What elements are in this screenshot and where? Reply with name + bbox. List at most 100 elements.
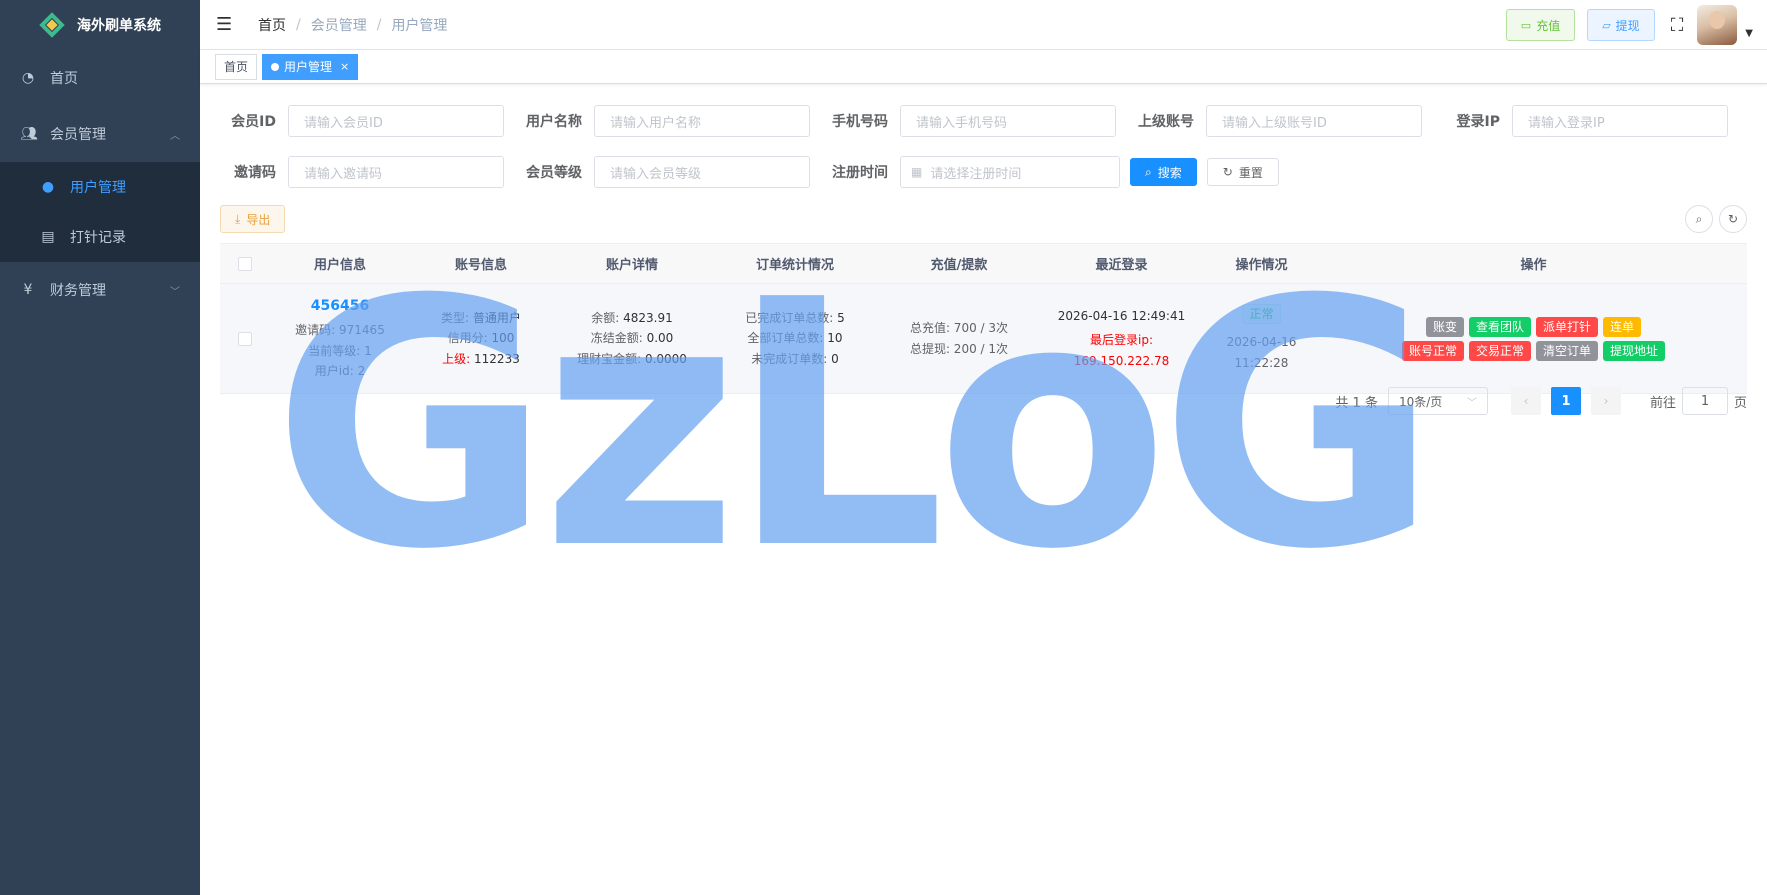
- reset-button-label: 重置: [1238, 165, 1263, 180]
- avatar[interactable]: [1697, 5, 1738, 45]
- search-button[interactable]: ⌕ 搜索: [1130, 158, 1197, 186]
- dashboard-icon: ◔: [21, 70, 35, 86]
- refresh-icon: ↻: [1222, 165, 1233, 179]
- column-header: 操作情况: [1235, 258, 1288, 273]
- undone-orders-value: 0: [831, 351, 839, 366]
- breadcrumb-member-management: 会员管理: [310, 17, 367, 34]
- download-icon: ⤓: [235, 211, 241, 226]
- type-value: 普通用户: [472, 310, 521, 325]
- yen-icon: ¥: [23, 282, 33, 298]
- column-header: 账户详情: [605, 258, 658, 273]
- phone-input[interactable]: 请输入手机号码: [900, 105, 1116, 137]
- view-team-button[interactable]: 查看团队: [1468, 316, 1531, 337]
- column-header: 订单统计情况: [755, 258, 834, 273]
- register-time-picker[interactable]: ▦ 请选择注册时间: [900, 156, 1120, 188]
- table-row: 456456 邀请码: 971465 当前等级: 1 用户id: 2 类型: 普…: [220, 284, 1747, 394]
- parent-account-input[interactable]: 请输入上级账号ID: [1206, 105, 1422, 137]
- withdraw-address-button[interactable]: 提现地址: [1603, 340, 1666, 361]
- folder-icon: ▱: [1602, 18, 1611, 32]
- hamburger-icon[interactable]: ☰: [216, 14, 236, 35]
- order-stats-cell: 已完成订单总数: 5 全部订单总数: 10 未完成订单数: 0: [712, 308, 878, 370]
- trade-status-button[interactable]: 交易正常: [1468, 340, 1531, 361]
- username-link[interactable]: 456456: [270, 296, 410, 317]
- login-ip-input[interactable]: 请输入登录IP: [1512, 105, 1728, 137]
- balance-change-button[interactable]: 账变: [1425, 316, 1464, 337]
- tag-label: 首页: [224, 59, 249, 74]
- all-orders-label: 全部订单总数:: [747, 331, 824, 346]
- filter-member-id: 会员ID 请输入会员ID: [220, 105, 504, 137]
- actions-cell: 账变 查看团队 派单打针 连单 账号正常 交易正常 清空订单 提现地址: [1320, 316, 1747, 361]
- sidebar-item-finance[interactable]: ¥ 财务管理 ﹀: [0, 262, 200, 318]
- close-icon[interactable]: ×: [340, 55, 349, 79]
- refresh-table-button[interactable]: ↻: [1719, 205, 1747, 233]
- user-group-icon: 👥︎: [20, 126, 38, 142]
- search-button-label: 搜索: [1157, 165, 1182, 180]
- register-time-placeholder: 请选择注册时间: [930, 166, 1022, 182]
- tag-home[interactable]: 首页: [215, 53, 258, 80]
- action-buttons: 账变 查看团队 派单打针 连单 账号正常 交易正常 清空订单 提现地址: [1320, 316, 1747, 361]
- document-icon: ▤: [41, 229, 55, 245]
- prev-page-button[interactable]: ‹: [1510, 387, 1541, 415]
- sidebar-item-inject-records[interactable]: ▤ 打针记录: [0, 212, 200, 262]
- dispatch-order-button[interactable]: 派单打针: [1536, 316, 1599, 337]
- goto-page-input[interactable]: 1: [1681, 387, 1728, 415]
- caret-down-icon[interactable]: ▼: [1745, 28, 1753, 39]
- done-orders-value: 5: [837, 310, 845, 325]
- balance-value: 4823.91: [623, 310, 673, 325]
- account-status-button[interactable]: 账号正常: [1401, 340, 1464, 361]
- export-button[interactable]: ⤓ 导出: [220, 205, 286, 233]
- chain-order-button[interactable]: 连单: [1603, 316, 1642, 337]
- breadcrumb-separator: /: [376, 16, 382, 33]
- breadcrumb-home[interactable]: 首页: [258, 15, 286, 35]
- filter-label: 手机号码: [832, 114, 888, 130]
- filter-invite-code: 邀请码 请输入邀请码: [220, 156, 504, 188]
- tag-user-management[interactable]: 用户管理 ×: [262, 53, 359, 80]
- invite-code-input[interactable]: 请输入邀请码: [288, 156, 504, 188]
- status-time: 2026-04-16 11:22:28: [1226, 335, 1297, 370]
- table-header: 用户信息 账号信息 账户详情 订单统计情况 充值/提款 最近登录 操作情况 操作: [220, 244, 1747, 284]
- filter-register-time: 注册时间 ▦ 请选择注册时间: [832, 156, 1120, 188]
- select-all-checkbox[interactable]: [238, 256, 252, 271]
- balance-label: 余额:: [591, 310, 620, 325]
- page-number-button[interactable]: 1: [1550, 387, 1581, 415]
- credit-value: 100: [491, 331, 515, 346]
- sidebar-item-label: 首页: [50, 71, 78, 87]
- reset-button[interactable]: ↻ 重置: [1206, 158, 1279, 186]
- withdraw-button-label: 提现: [1615, 18, 1640, 33]
- filter-parent-account: 上级账号 请输入上级账号ID: [1138, 105, 1422, 137]
- last-login-ip-label: 最后登录ip:: [1090, 333, 1153, 348]
- username-input[interactable]: 请输入用户名称: [594, 105, 810, 137]
- sidebar: 海外刷单系统 ◔ 首页 👥︎ 会员管理 ︿ ● 用户管理 ▤ 打针记录 ¥ 财务…: [0, 0, 200, 895]
- member-id-input[interactable]: 请输入会员ID: [288, 105, 504, 137]
- next-page-button[interactable]: ›: [1590, 387, 1621, 415]
- wallet-icon: ▭: [1520, 18, 1532, 32]
- clear-orders-button[interactable]: 清空订单: [1536, 340, 1599, 361]
- pagination-total: 共 1 条: [1335, 395, 1378, 411]
- recharge-button[interactable]: ▭ 充值: [1505, 9, 1576, 41]
- page-jumper: 前往 1 页: [1650, 387, 1747, 415]
- filter-login-ip: 登录IP 请输入登录IP: [1444, 105, 1728, 137]
- user-icon: ●: [41, 179, 55, 195]
- type-label: 类型:: [441, 310, 470, 325]
- chevron-down-icon: ﹀: [170, 286, 180, 298]
- page-size-select[interactable]: 10条/页 ﹀: [1387, 387, 1488, 415]
- pagination: 共 1 条 10条/页 ﹀ ‹ 1 › 前往 1 页: [1335, 387, 1747, 415]
- withdraw-button[interactable]: ▱ 提现: [1587, 9, 1655, 41]
- submenu-member-management: ● 用户管理 ▤ 打针记录: [0, 162, 200, 262]
- breadcrumb: 首页 / 会员管理 / 用户管理: [258, 15, 447, 35]
- row-checkbox[interactable]: [238, 331, 252, 346]
- toggle-search-button[interactable]: ⌕: [1685, 205, 1713, 233]
- user-table: 用户信息 账号信息 账户详情 订单统计情况 充值/提款 最近登录 操作情况 操作…: [220, 243, 1747, 394]
- sidebar-item-user-management[interactable]: ● 用户管理: [0, 162, 200, 212]
- page-size-value: 10条/页: [1398, 394, 1443, 409]
- tag-label: 用户管理: [284, 59, 333, 74]
- app-logo[interactable]: 海外刷单系统: [0, 0, 200, 50]
- sidebar-item-home[interactable]: ◔ 首页: [0, 50, 200, 106]
- user-id-text: 用户id: 2: [314, 364, 366, 378]
- fullscreen-icon[interactable]: ⛶: [1671, 15, 1684, 36]
- member-level-input[interactable]: 请输入会员等级: [594, 156, 810, 188]
- sidebar-item-member-management[interactable]: 👥︎ 会员管理 ︿: [0, 106, 200, 162]
- filter-label: 上级账号: [1138, 114, 1194, 130]
- tags-view: 首页 用户管理 ×: [200, 50, 1767, 84]
- filter-row-2: 邀请码 请输入邀请码 会员等级 请输入会员等级 注册时间 ▦ 请选择注册时间 ⌕…: [220, 155, 1747, 189]
